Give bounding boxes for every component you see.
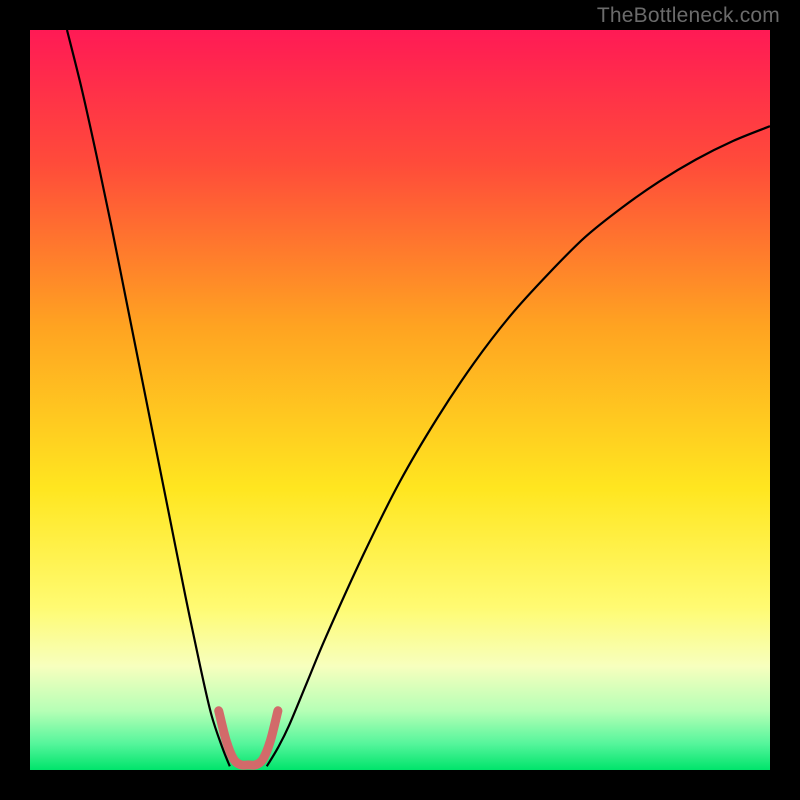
watermark-text: TheBottleneck.com — [597, 4, 780, 28]
chart-background-gradient — [30, 30, 770, 770]
chart-plot-area — [30, 30, 770, 770]
